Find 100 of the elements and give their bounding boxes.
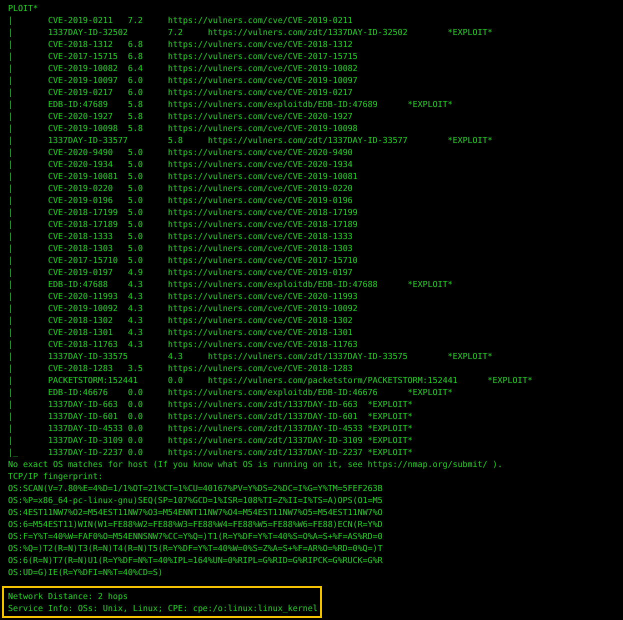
output-line: Service Info: OSs: Unix, Linux; CPE: cpe:/o:linux:linux_kernel (8, 602, 318, 614)
vuln-url: https://vulners.com/zdt/1337DAY-ID-601 (168, 411, 358, 421)
fingerprint-line: OS:UD=G)IE(R=Y%DFI=N%T=40%CD=S) (8, 566, 163, 578)
vuln-id: CVE-2019-0197 (48, 267, 113, 277)
tree-prefix: | (8, 51, 13, 61)
tree-prefix: |_ (8, 447, 18, 457)
vuln-id: CVE-2020-1934 (48, 159, 113, 169)
cvss-score: 4.3 (128, 339, 143, 349)
tree-prefix: | (8, 387, 13, 397)
fingerprint-line: OS:6(R=N)T7(R=N)U1(R=Y%DF=N%T=40%IPL=164%UN=0%RIPL=G%RID=G%RIPCK=G%RUCK=G%R (8, 554, 383, 566)
tree-prefix: | (8, 351, 13, 361)
vuln-id: CVE-2019-10097 (48, 75, 118, 85)
vuln-url: https://vulners.com/cve/CVE-2019-0197 (168, 267, 353, 277)
cvss-score: 5.0 (128, 231, 143, 241)
cvss-score: 5.8 (128, 123, 143, 133)
cvss-score: 0.0 (128, 435, 143, 445)
exploit-tag: *EXPLOIT* (408, 99, 453, 109)
exploit-tag: *EXPLOIT* (488, 375, 533, 385)
vuln-id: 1337DAY-ID-2237 (48, 447, 123, 457)
fingerprint-line: OS:4EST11NW7%O2=M54EST11NW7%O3=M54ENNT11NW7%O4=M54EST11NW7%O5=M54EST11NW7%O (8, 506, 383, 518)
vuln-url: https://vulners.com/zdt/1337DAY-ID-33577 (208, 135, 408, 145)
fingerprint-line: OS:F=Y%T=40%W=FAF0%O=M54ENNSNW7%CC=Y%Q=)T1(R=Y%DF=Y%T=40%S=O%A=S+%F=AS%RD=0 (8, 530, 383, 542)
vuln-url: https://vulners.com/cve/CVE-2017-15710 (168, 255, 358, 265)
vuln-id: 1337DAY-ID-33575 (48, 351, 128, 361)
cvss-score: 6.4 (128, 63, 143, 73)
exploit-tag: *EXPLOIT* (368, 423, 413, 433)
output-line: No exact OS matches for host (If you know what OS is running on it, see https://nmap.org/submit/ ). (8, 458, 503, 470)
vuln-id: CVE-2018-11763 (48, 339, 118, 349)
exploit-tag: *EXPLOIT* (368, 447, 413, 457)
tree-prefix: | (8, 375, 13, 385)
vuln-id: CVE-2019-0217 (48, 87, 113, 97)
cvss-score: 6.0 (128, 75, 143, 85)
vuln-id: CVE-2017-15710 (48, 255, 118, 265)
cvss-score: 6.0 (128, 87, 143, 97)
vuln-url: https://vulners.com/cve/CVE-2018-1283 (168, 363, 353, 373)
exploit-tag: *EXPLOIT* (448, 351, 493, 361)
vuln-id: 1337DAY-ID-663 (48, 399, 118, 409)
vuln-url: https://vulners.com/exploitdb/EDB-ID:47689 (168, 99, 378, 109)
vuln-url: https://vulners.com/zdt/1337DAY-ID-2237 (168, 447, 363, 457)
vuln-url: https://vulners.com/zdt/1337DAY-ID-3109 (168, 435, 363, 445)
tree-prefix: | (8, 159, 13, 169)
tree-prefix: | (8, 39, 13, 49)
cvss-score: 5.0 (128, 219, 143, 229)
vuln-id: CVE-2019-10082 (48, 63, 118, 73)
vuln-id: CVE-2019-0211 (48, 15, 113, 25)
tree-prefix: | (8, 303, 13, 313)
vuln-id: EDB-ID:47688 (48, 279, 108, 289)
cvss-score: 6.8 (128, 51, 143, 61)
cvss-score: 5.0 (128, 183, 143, 193)
vuln-url: https://vulners.com/zdt/1337DAY-ID-663 (168, 399, 358, 409)
vuln-url: https://vulners.com/cve/CVE-2020-11993 (168, 291, 358, 301)
tree-prefix: | (8, 315, 13, 325)
vuln-id: CVE-2018-1303 (48, 243, 113, 253)
vuln-id: CVE-2018-1302 (48, 315, 113, 325)
fingerprint-line: OS:%Q=)T2(R=N)T3(R=N)T4(R=N)T5(R=Y%DF=Y%T=40%W=0%S=Z%A=S+%F=AR%O=%RD=0%Q=)T (8, 542, 383, 554)
vuln-id: CVE-2019-10092 (48, 303, 118, 313)
exploit-tag: *EXPLOIT* (448, 135, 493, 145)
tree-prefix: | (8, 435, 13, 445)
cvss-score: 0.0 (128, 447, 143, 457)
tree-prefix: | (8, 291, 13, 301)
vuln-url: https://vulners.com/cve/CVE-2018-17189 (168, 219, 358, 229)
vuln-id: 1337DAY-ID-4533 (48, 423, 123, 433)
cvss-score: 5.0 (128, 147, 143, 157)
output-line: PLOIT* (8, 2, 38, 14)
vuln-id: CVE-2019-10081 (48, 171, 118, 181)
vuln-id: CVE-2020-1927 (48, 111, 113, 121)
vuln-url: https://vulners.com/cve/CVE-2019-10098 (168, 123, 358, 133)
tree-prefix: | (8, 207, 13, 217)
tree-prefix: | (8, 267, 13, 277)
fingerprint-line: OS:%P=x86_64-pc-linux-gnu)SEQ(SP=107%GCD=1%ISR=108%TI=Z%II=I%TS=A)OPS(O1=M5 (8, 494, 383, 506)
cvss-score: 0.0 (128, 399, 143, 409)
cvss-score: 4.3 (168, 351, 183, 361)
exploit-tag: *EXPLOIT* (448, 27, 493, 37)
vuln-id: CVE-2020-11993 (48, 291, 118, 301)
exploit-tag: *EXPLOIT* (368, 399, 413, 409)
vuln-id: EDB-ID:46676 (48, 387, 108, 397)
tree-prefix: | (8, 171, 13, 181)
cvss-score: 7.2 (168, 27, 183, 37)
output-line: TCP/IP fingerprint: (8, 470, 103, 482)
vuln-id: 1337DAY-ID-3109 (48, 435, 123, 445)
cvss-score: 3.5 (128, 363, 143, 373)
tree-prefix: | (8, 423, 13, 433)
tree-prefix: | (8, 135, 13, 145)
vuln-url: https://vulners.com/cve/CVE-2018-1312 (168, 39, 353, 49)
cvss-score: 5.0 (128, 255, 143, 265)
vuln-url: https://vulners.com/packetstorm/PACKETSTORM:152441 (208, 375, 458, 385)
tree-prefix: | (8, 339, 13, 349)
cvss-score: 5.0 (128, 159, 143, 169)
tree-prefix: | (8, 75, 13, 85)
vuln-id: CVE-2017-15715 (48, 51, 118, 61)
fingerprint-line: OS:6=M54EST11)WIN(W1=FE88%W2=FE88%W3=FE88%W4=FE88%W5=FE88%W6=FE88)ECN(R=Y%D (8, 518, 383, 530)
vuln-id: PACKETSTORM:152441 (48, 375, 138, 385)
vuln-url: https://vulners.com/cve/CVE-2020-1927 (168, 111, 353, 121)
tree-prefix: | (8, 255, 13, 265)
cvss-score: 4.3 (128, 327, 143, 337)
vuln-url: https://vulners.com/cve/CVE-2019-0220 (168, 183, 353, 193)
vuln-id: EDB-ID:47689 (48, 99, 108, 109)
fingerprint-line: OS:SCAN(V=7.80%E=4%D=1/1%OT=21%CT=1%CU=40167%PV=Y%DS=2%DC=I%G=Y%TM=5FEF263B (8, 482, 383, 494)
tree-prefix: | (8, 411, 13, 421)
vuln-id: CVE-2020-9490 (48, 147, 113, 157)
